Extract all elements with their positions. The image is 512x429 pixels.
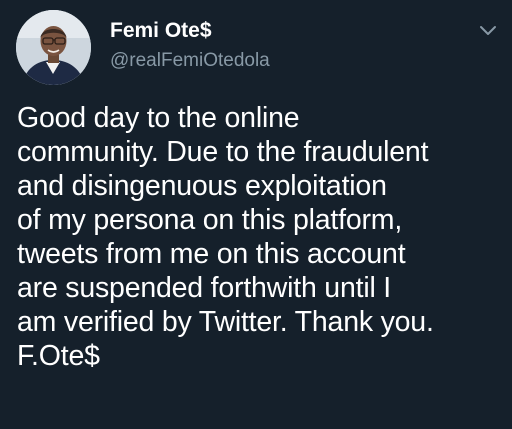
- tweet-text-line: community. Due to the fraudulent: [17, 136, 429, 168]
- tweet-text-line: and disingenuous exploitation: [17, 170, 387, 202]
- tweet-text-line: of my persona on this platform,: [17, 204, 403, 236]
- tweet-text-line: are suspended forthwith until I: [17, 272, 392, 304]
- tweet-menu-button[interactable]: [476, 18, 500, 42]
- author-display-name[interactable]: Femi Ote$: [110, 18, 212, 44]
- tweet-text-line: tweets from me on this account: [17, 238, 406, 270]
- chevron-down-icon: [480, 26, 496, 35]
- tweet-text-line: am verified by Twitter. Thank you.: [17, 306, 434, 338]
- tweet-text-line: F.Ote$: [17, 340, 100, 372]
- author-handle[interactable]: @realFemiOtedola: [110, 49, 270, 73]
- profile-photo: [16, 10, 91, 85]
- tweet-text-line: Good day to the online: [17, 102, 300, 134]
- avatar[interactable]: [16, 10, 91, 85]
- tweet-text: Good day to the online community. Due to…: [17, 101, 505, 373]
- tweet-card: Femi Ote$ @realFemiOtedola Good day to t…: [0, 0, 512, 429]
